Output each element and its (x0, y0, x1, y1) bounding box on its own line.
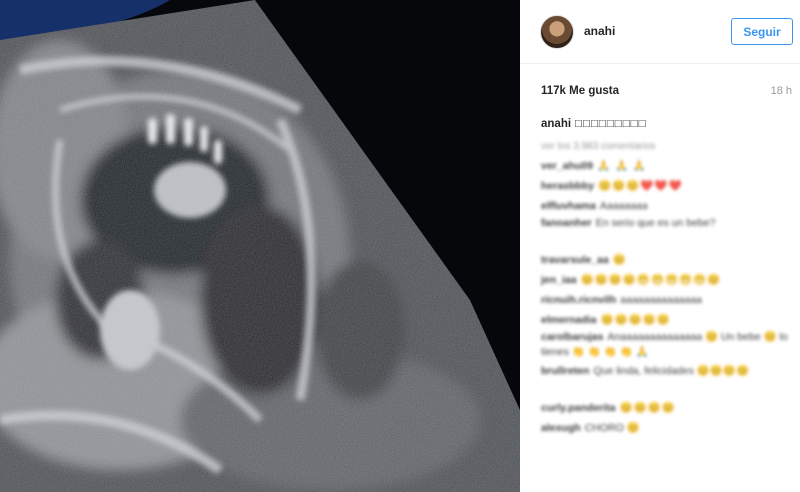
comment: elmernadia 😊😊😊😊😊 (541, 310, 791, 330)
comment-text: 😊😊😊😊😬😬😬😬😬😊 (580, 274, 722, 286)
post-timestamp: 18 h (770, 85, 792, 97)
comment-text: CHORO 😊 (584, 422, 640, 434)
comment: jen_iaa 😊😊😊😊😬😬😬😬😬😊 (541, 270, 791, 290)
comment-username[interactable]: ricnuih.ricnvilh (541, 294, 616, 306)
username[interactable]: anahi (584, 24, 615, 38)
comment-username[interactable]: ver_ahu09 (541, 160, 593, 172)
comment: elfluvhama Aaaaaaaa (541, 196, 791, 216)
comment: curly.panderita 😊😊😊😊 (541, 398, 791, 418)
comment-username[interactable]: fanoanher (541, 217, 592, 229)
likes-count[interactable]: 117k Me gusta (541, 85, 619, 97)
comment-text: 😊😊😊❤️❤️❤️ (598, 180, 683, 192)
comment-username[interactable]: herasbbby (541, 180, 594, 192)
avatar[interactable] (540, 15, 574, 49)
post-caption: anahi □□□□□□□□□ (541, 118, 647, 130)
comment: brullreten Que linda, felicidades 😊😊😊😊 (541, 364, 791, 398)
caption-username[interactable]: anahi (541, 118, 571, 130)
comment-username[interactable]: brullreten (541, 365, 589, 377)
caption-text: □□□□□□□□□ (575, 118, 647, 130)
comment: herasbbby 😊😊😊❤️❤️❤️ (541, 176, 791, 196)
ultrasound-image (0, 0, 520, 492)
follow-button[interactable]: Seguir (731, 18, 793, 45)
comment-text: Aaaaaaaa (599, 200, 648, 212)
post-details-panel: anahi Seguir 117k Me gusta 18 h anahi □□□… (520, 0, 800, 492)
comment: fanoanher En serio que es un bebe? (541, 216, 791, 250)
comment-username[interactable]: alexugh (541, 422, 581, 434)
comment-username[interactable]: carolbarujas (541, 331, 603, 343)
comment-text: 😊 (612, 254, 627, 266)
comments-list: ver los 3.983 comentarios ver_ahu09 🙏 🙏 🙏… (541, 138, 791, 438)
comment-username[interactable]: elmernadia (541, 314, 596, 326)
comment-text: 🙏 🙏 🙏 (596, 160, 648, 172)
comment: alexugh CHORO 😊 (541, 418, 791, 438)
post-header: anahi Seguir (520, 0, 800, 64)
view-all-comments-link[interactable]: ver los 3.983 comentarios (541, 138, 791, 156)
post-photo[interactable] (0, 0, 520, 492)
comment: carolbarujas Anaaaaaaaaaaaaaa 😊 Un bebe 😊… (541, 330, 791, 364)
comment-username[interactable]: jen_iaa (541, 274, 577, 286)
comment-text: 😊😊😊😊😊 (600, 314, 671, 326)
comment-text: Que linda, felicidades 😊😊😊😊 (593, 365, 750, 377)
comment-username[interactable]: travarsule_aa (541, 254, 609, 266)
comment-text: En serio que es un bebe? (595, 217, 716, 229)
comment-text: 😊😊😊😊 (619, 402, 676, 414)
comment: travarsule_aa 😊 (541, 250, 791, 270)
comment: ver_ahu09 🙏 🙏 🙏 (541, 156, 791, 176)
comment-username[interactable]: elfluvhama (541, 200, 596, 212)
comment-username[interactable]: curly.panderita (541, 402, 616, 414)
comment-text: aaaaaaaaaaaaaa (620, 294, 703, 306)
comment: ricnuih.ricnvilh aaaaaaaaaaaaaa (541, 290, 791, 310)
